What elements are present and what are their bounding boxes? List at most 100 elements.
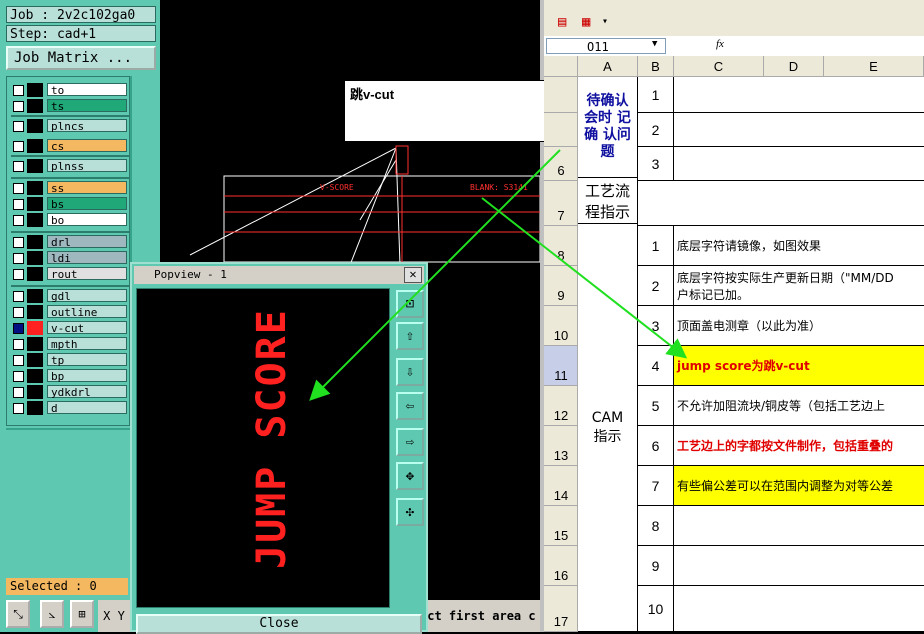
layer-row[interactable]: ydkdrl <box>11 385 129 399</box>
cell-item-number[interactable]: 3 <box>638 147 674 181</box>
layer-label[interactable]: outline <box>47 305 127 319</box>
layer-row[interactable]: ldi <box>11 251 129 265</box>
layer-color-swatch[interactable] <box>27 267 43 281</box>
layer-color-swatch[interactable] <box>27 337 43 351</box>
cell-item-number[interactable]: 8 <box>638 506 674 546</box>
column-header-c[interactable]: C <box>674 56 764 77</box>
layer-row[interactable]: plncs <box>11 119 129 133</box>
pdf-settings-icon[interactable]: ▦ <box>582 14 590 30</box>
layer-row[interactable]: drl <box>11 235 129 249</box>
layer-checkbox[interactable] <box>13 215 24 226</box>
cell-item-number[interactable]: 4 <box>638 346 674 386</box>
layer-row[interactable]: ss <box>11 181 129 195</box>
layer-label[interactable]: bp <box>47 369 127 383</box>
row-header[interactable]: 7 <box>544 181 578 226</box>
pan-up-icon[interactable]: ⇧ <box>396 322 424 350</box>
cell-item-number[interactable]: 10 <box>638 586 674 632</box>
layer-label[interactable]: bs <box>47 197 127 211</box>
layer-checkbox[interactable] <box>13 371 24 382</box>
column-header-d[interactable]: D <box>764 56 824 77</box>
layer-row[interactable]: bo <box>11 213 129 227</box>
layer-label[interactable]: ts <box>47 99 127 113</box>
cell-item-number[interactable]: 5 <box>638 386 674 426</box>
grid-tool-button[interactable]: ⊞ <box>70 600 94 628</box>
column-header-a[interactable]: A <box>578 56 638 77</box>
row-header[interactable]: 16 <box>544 546 578 586</box>
cell-a-pending[interactable]: 待确认 会时 记确 认问题 <box>578 77 638 178</box>
cell-item-number[interactable]: 3 <box>638 306 674 346</box>
layer-color-swatch[interactable] <box>27 401 43 415</box>
layer-color-swatch[interactable] <box>27 385 43 399</box>
layer-color-swatch[interactable] <box>27 197 43 211</box>
job-matrix-button[interactable]: Job Matrix ... <box>6 46 156 70</box>
zoom-in-icon[interactable]: ✣ <box>396 498 424 526</box>
layer-checkbox[interactable] <box>13 269 24 280</box>
cell-item-number[interactable]: 2 <box>638 266 674 306</box>
pan-right-icon[interactable]: ⇨ <box>396 428 424 456</box>
layer-color-swatch[interactable] <box>27 353 43 367</box>
row-header[interactable]: 6 <box>544 147 578 181</box>
column-header-e[interactable]: E <box>824 56 924 77</box>
row-header[interactable]: 15 <box>544 506 578 546</box>
layer-checkbox[interactable] <box>13 355 24 366</box>
layer-checkbox[interactable] <box>13 253 24 264</box>
layer-row[interactable]: cs <box>11 139 129 153</box>
cell-grid[interactable]: 待确认 会时 记确 认问题 工艺流程指示 CAM 指示 1 2 6 3 7 8 1 底层字符请… <box>544 77 924 632</box>
cell-instruction[interactable]: 有些偏公差可以在范围内调整为对等公差 <box>674 466 924 506</box>
layer-checkbox[interactable] <box>13 387 24 398</box>
layer-color-swatch[interactable] <box>27 369 43 383</box>
layer-row[interactable]: v-cut <box>11 321 129 335</box>
cell-instruction[interactable]: 顶面盖电测章（以此为准） <box>674 306 924 346</box>
row-header[interactable]: 11 <box>544 346 578 386</box>
layer-checkbox[interactable] <box>13 85 24 96</box>
layer-label[interactable]: ss <box>47 181 127 195</box>
layer-color-swatch[interactable] <box>27 305 43 319</box>
layer-label[interactable]: tp <box>47 353 127 367</box>
cell-item-number[interactable]: 2 <box>638 113 674 147</box>
layer-row[interactable]: to <box>11 83 129 97</box>
row-header[interactable]: 17 <box>544 586 578 632</box>
layer-row[interactable]: bp <box>11 369 129 383</box>
layer-label[interactable]: plnss <box>47 159 127 173</box>
row-header[interactable]: 13 <box>544 426 578 466</box>
layer-row[interactable]: plnss <box>11 159 129 173</box>
column-header-b[interactable]: B <box>638 56 674 77</box>
cell-instruction[interactable] <box>674 113 924 147</box>
cell-item-number[interactable]: 6 <box>638 426 674 466</box>
cell-instruction[interactable] <box>674 147 924 181</box>
cell-empty[interactable] <box>638 181 924 226</box>
layer-row[interactable]: tp <box>11 353 129 367</box>
layer-row[interactable]: gdl <box>11 289 129 303</box>
layer-checkbox[interactable] <box>13 323 24 334</box>
layer-color-swatch[interactable] <box>27 289 43 303</box>
zoom-fit-icon[interactable]: ⊡ <box>396 290 424 318</box>
zoom-tool-button[interactable]: ⤡ <box>6 600 30 628</box>
name-box-dropdown-icon[interactable]: ▼ <box>652 39 657 49</box>
cell-instruction[interactable]: 工艺边上的字都按文件制作，包括重叠的 <box>674 426 924 466</box>
layer-checkbox[interactable] <box>13 307 24 318</box>
cell-item-number[interactable]: 9 <box>638 546 674 586</box>
layer-checkbox[interactable] <box>13 161 24 172</box>
layer-checkbox[interactable] <box>13 121 24 132</box>
layer-row[interactable]: outline <box>11 305 129 319</box>
zoom-out-icon[interactable]: ✥ <box>396 462 424 490</box>
layer-label[interactable]: bo <box>47 213 127 227</box>
layer-checkbox[interactable] <box>13 291 24 302</box>
cell-a-process[interactable]: 工艺流程指示 <box>578 178 638 224</box>
row-header[interactable] <box>544 113 578 147</box>
measure-tool-button[interactable]: ⦣ <box>40 600 64 628</box>
pan-down-icon[interactable]: ⇩ <box>396 358 424 386</box>
layer-checkbox[interactable] <box>13 237 24 248</box>
layer-checkbox[interactable] <box>13 199 24 210</box>
toolbar-more-icon[interactable]: ▾ <box>602 16 608 27</box>
row-header[interactable]: 12 <box>544 386 578 426</box>
name-box[interactable]: O11 <box>546 38 666 54</box>
layer-label[interactable]: cs <box>47 139 127 153</box>
fx-icon[interactable]: fx <box>716 38 724 50</box>
row-header[interactable] <box>544 77 578 113</box>
cell-a-cam[interactable]: CAM 指示 <box>578 224 638 632</box>
close-icon[interactable]: ✕ <box>404 267 422 283</box>
cell-instruction[interactable]: 不允许加阻流块/铜皮等（包括工艺边上 <box>674 386 924 426</box>
row-header[interactable]: 10 <box>544 306 578 346</box>
layer-color-swatch[interactable] <box>27 159 43 173</box>
